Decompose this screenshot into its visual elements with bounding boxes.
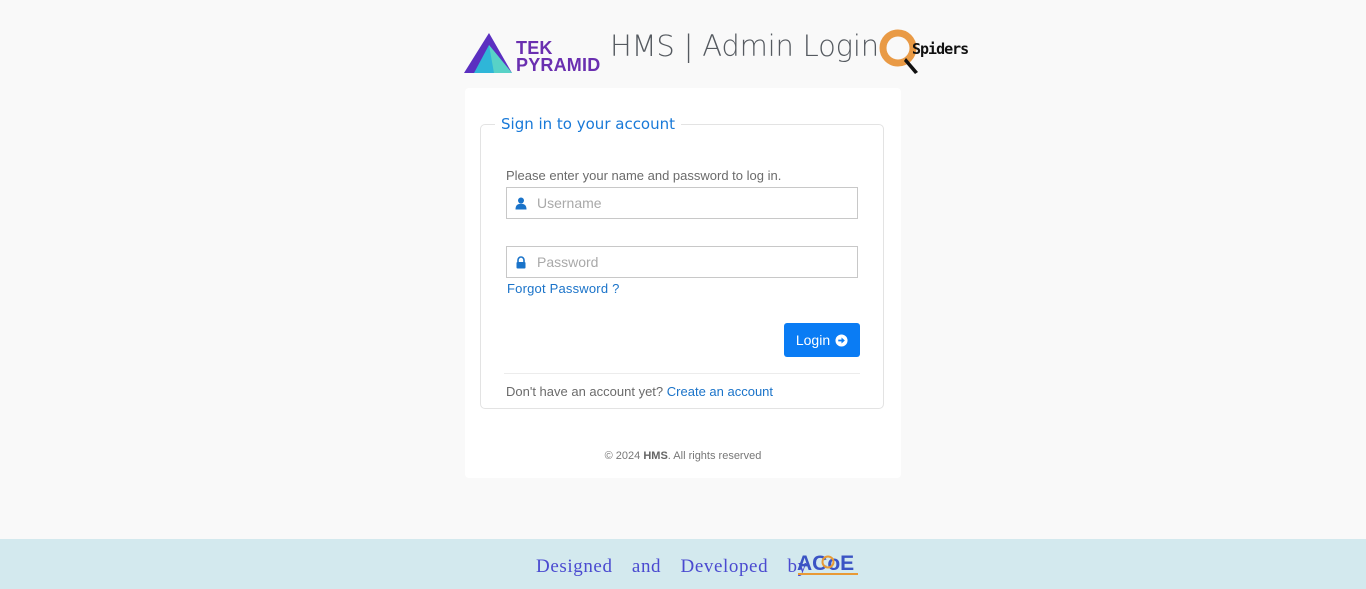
login-form: Sign in to your account Please enter you… (480, 115, 884, 409)
page-header: TEK PYRAMID HMS | Admin Login Spiders (0, 22, 1366, 78)
login-button[interactable]: Login (784, 323, 860, 357)
qspiders-wordmark: Spiders (912, 40, 969, 58)
create-account-row: Don't have an account yet? Create an acc… (506, 384, 773, 399)
forgot-password-link[interactable]: Forgot Password ? (507, 281, 620, 296)
page-title: HMS | Admin Login (610, 29, 879, 63)
acoe-logo: ACoE (797, 552, 858, 575)
svg-text:ACoE: ACoE (797, 552, 854, 575)
username-field (506, 187, 858, 219)
lock-icon (516, 256, 526, 269)
login-button-label: Login (795, 332, 831, 348)
login-instructions: Please enter your name and password to l… (506, 168, 782, 183)
tek-pyramid-wordmark: TEK PYRAMID (516, 38, 601, 75)
form-legend: Sign in to your account (501, 115, 676, 133)
user-icon (515, 197, 527, 210)
login-panel: Sign in to your account Please enter you… (465, 88, 901, 478)
password-input[interactable] (537, 247, 847, 277)
username-input[interactable] (537, 188, 847, 218)
form-divider (504, 373, 860, 374)
password-field (506, 246, 858, 278)
create-account-link[interactable]: Create an account (667, 384, 773, 399)
no-account-text: Don't have an account yet? (506, 384, 664, 399)
footer-credit: Designed and Developed by (536, 556, 808, 577)
page-footer: Designed and Developed by ACoE (0, 539, 1366, 589)
copyright: © 2024 HMS. All rights reserved (604, 450, 762, 462)
arrow-circle-right-icon (835, 333, 848, 347)
